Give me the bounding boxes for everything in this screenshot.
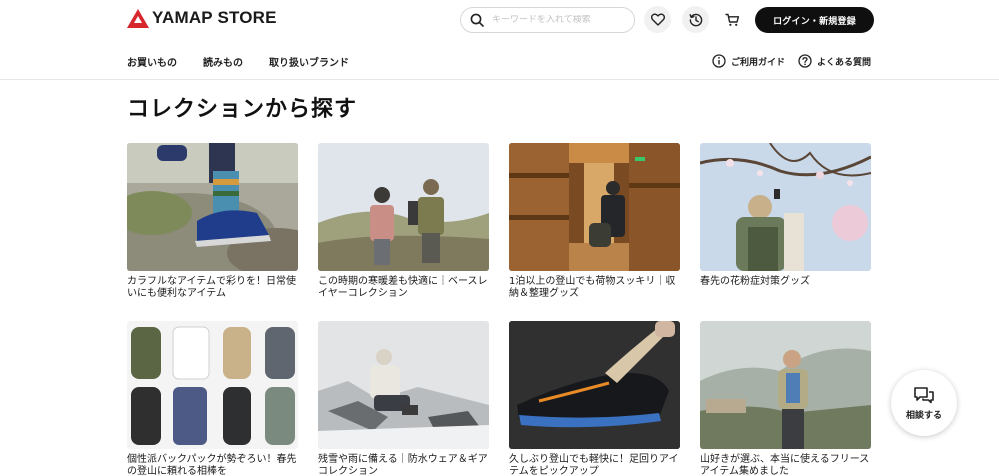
nav-item-articles[interactable]: 読みもの: [203, 54, 243, 69]
history-icon: [689, 13, 702, 26]
login-register-button[interactable]: ログイン・新規登録: [755, 7, 874, 33]
search-icon: [470, 13, 484, 27]
collection-caption: 個性派バックパックが勢ぞろい！春先の登山に頼れる相棒を: [127, 454, 297, 476]
collection-caption: 残雪や雨に備える｜防水ウェア＆ギアコレクション: [318, 454, 488, 476]
site-header: YAMAP STORE ログイン・新規登録 お買いもの 読みもの 取り扱いブラン…: [0, 0, 999, 80]
collection-card[interactable]: 春先の花粉症対策グッズ: [700, 143, 871, 288]
collection-caption: 山好きが選ぶ、本当に使えるフリースアイテム集めました: [700, 454, 870, 476]
nav-item-shopping[interactable]: お買いもの: [127, 54, 177, 69]
collection-caption: カラフルなアイテムで彩りを！日常使いにも便利なアイテム: [127, 276, 296, 299]
collection-card[interactable]: カラフルなアイテムで彩りを！日常使いにも便利なアイテム: [127, 143, 298, 299]
main-nav: お買いもの 読みもの 取り扱いブランド: [127, 53, 375, 69]
info-icon: [712, 54, 726, 68]
help-nav: ご利用ガイド よくある質問: [712, 52, 871, 70]
collection-card[interactable]: 残雪や雨に備える｜防水ウェア＆ギアコレクション: [318, 321, 489, 476]
section-title: コレクションから探す: [127, 97, 358, 122]
collection-card[interactable]: この時期の寒暖差も快適に｜ベースレイヤーコレクション: [318, 143, 489, 299]
cart-icon: [725, 13, 740, 26]
heart-icon: [650, 13, 665, 26]
collection-caption: 久しぶり登山でも軽快に！足回りアイテムをピックアップ: [509, 454, 679, 476]
collection-card[interactable]: 1泊以上の登山でも荷物スッキリ｜収納＆整理グッズ: [509, 143, 680, 299]
guide-label: ご利用ガイド: [731, 57, 786, 68]
store-logo[interactable]: YAMAP STORE: [127, 8, 277, 28]
consult-button[interactable]: 相談する: [891, 370, 957, 436]
collection-image: [509, 143, 680, 271]
logo-text: YAMAP STORE: [152, 8, 277, 27]
collection-caption: この時期の寒暖差も快適に｜ベースレイヤーコレクション: [318, 276, 488, 299]
collection-caption: 1泊以上の登山でも荷物スッキリ｜収納＆整理グッズ: [509, 276, 676, 299]
collection-image: [700, 143, 871, 271]
faq-link[interactable]: よくある質問: [798, 54, 871, 68]
collection-card[interactable]: 山好きが選ぶ、本当に使えるフリースアイテム集めました: [700, 321, 871, 476]
history-button[interactable]: [682, 6, 709, 33]
consult-label: 相談する: [905, 410, 942, 421]
guide-link[interactable]: ご利用ガイド: [712, 54, 785, 68]
collection-card[interactable]: 久しぶり登山でも軽快に！足回りアイテムをピックアップ: [509, 321, 680, 476]
search-input[interactable]: [492, 15, 627, 25]
collection-image: [318, 143, 489, 271]
question-icon: [798, 54, 812, 68]
collection-card[interactable]: 個性派バックパックが勢ぞろい！春先の登山に頼れる相棒を: [127, 321, 298, 476]
yamap-mountain-icon: [127, 8, 149, 28]
collection-image: [509, 321, 680, 449]
collection-image: [318, 321, 489, 449]
nav-item-brands[interactable]: 取り扱いブランド: [269, 54, 349, 69]
chat-icon: [914, 386, 934, 403]
collection-caption: 春先の花粉症対策グッズ: [700, 276, 810, 287]
collection-image: [127, 143, 298, 271]
cart-button[interactable]: [719, 6, 746, 33]
favorites-button[interactable]: [644, 6, 671, 33]
search-box[interactable]: [460, 7, 635, 33]
collection-image: [127, 321, 298, 449]
collection-image: [700, 321, 871, 449]
faq-label: よくある質問: [817, 57, 872, 68]
